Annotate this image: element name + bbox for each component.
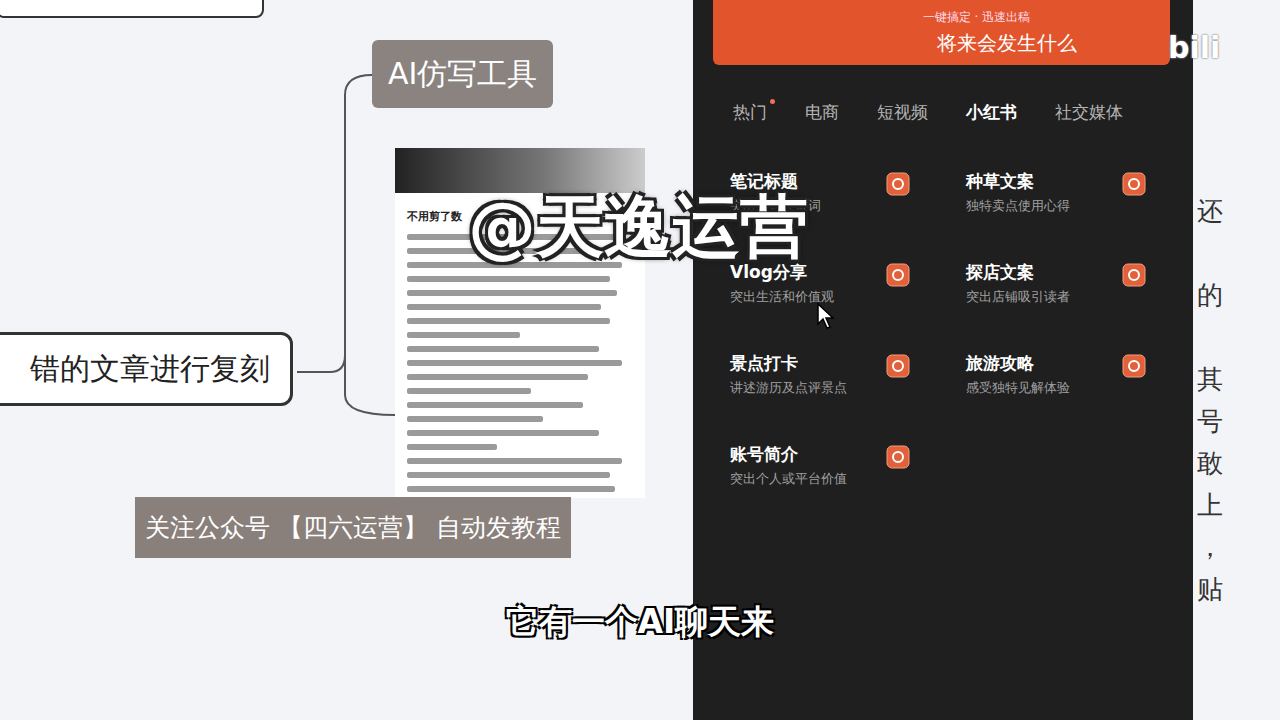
watermark: @天逸运营 [468,182,808,273]
tab[interactable]: 小红书 [966,101,1017,124]
promo-banner: 关注公众号 【四六运营】 自动发教程 [135,497,571,558]
side-line: 还 [1197,190,1280,232]
template-item[interactable]: 种草文案独特卖点使用心得 [966,170,1202,261]
template-item[interactable]: 探店文案突出店铺吸引读者 [966,261,1202,352]
article-line [407,444,497,450]
hot-icon [770,99,775,104]
side-line: 号 [1197,400,1280,442]
side-line: 贴 [1197,568,1280,610]
template-icon [886,263,910,287]
item-subtitle: 突出个人或平台价值 [730,470,882,488]
article-line [407,374,588,380]
article-line [407,458,622,464]
item-subtitle: 讲述游历及点评景点 [730,379,882,397]
template-icon [1122,263,1146,287]
subtitle: 它有一个AI聊天来 [0,600,1280,645]
template-icon [886,172,910,196]
article-line [407,402,583,408]
banner-slogan: 一键搞定 · 迅速出稿 [923,9,1030,26]
article-line [407,304,601,310]
article-line [407,290,617,296]
cursor-icon [816,302,836,330]
article-line [407,388,531,394]
item-title: 账号简介 [730,443,882,466]
tab[interactable]: 电商 [805,101,839,124]
side-line: 敢 [1197,442,1280,484]
banner[interactable]: 一键搞定 · 迅速出稿将来会发生什么 [713,0,1170,65]
template-item[interactable]: 景点打卡讲述游历及点评景点 [730,352,966,443]
item-title: 景点打卡 [730,352,882,375]
tool-node[interactable]: AI仿写工具 [372,40,553,108]
item-title: 探店文案 [966,261,1118,284]
item-subtitle: 独特卖点使用心得 [966,197,1118,215]
article-line [407,472,610,478]
template-icon [1122,354,1146,378]
article-line [407,276,610,282]
template-item[interactable]: 旅游攻略感受独特见解体验 [966,352,1202,443]
tab-bar: 热门 电商 短视频 小红书 社交媒体 [693,65,1193,124]
side-line: 其 [1197,358,1280,400]
template-icon [886,354,910,378]
side-line: 上 [1197,484,1280,526]
tab[interactable]: 社交媒体 [1055,101,1123,124]
template-item[interactable]: Vlog分享突出生活和价值观 [730,261,966,352]
tab[interactable]: 短视频 [877,101,928,124]
article-line [407,430,599,436]
item-title: 种草文案 [966,170,1118,193]
article-line [407,346,599,352]
item-subtitle: 突出生活和价值观 [730,288,882,306]
article-line [407,486,615,492]
template-item[interactable]: 账号简介突出个人或平台价值 [730,443,966,534]
article-line [407,318,610,324]
side-line: 的 [1197,274,1280,316]
item-subtitle: 突出店铺吸引读者 [966,288,1118,306]
article-photo [395,148,645,193]
tab[interactable]: 热门 [733,101,767,124]
template-grid: 笔记标题突出笔记关键词种草文案独特卖点使用心得Vlog分享突出生活和价值观探店文… [693,124,1193,534]
template-icon [1122,172,1146,196]
banner-headline: 将来会发生什么 [877,30,1077,57]
item-subtitle: 感受独特见解体验 [966,379,1118,397]
source-node[interactable]: 错的文章进行复刻 [0,332,293,406]
mindmap-node[interactable] [0,0,264,18]
side-text: 还的其号敢上，贴 [1193,0,1280,720]
article-line [407,332,520,338]
side-line: ， [1197,526,1280,568]
site-logo: bili [1168,30,1220,65]
item-title: 旅游攻略 [966,352,1118,375]
template-icon [886,445,910,469]
article-line [407,360,622,366]
video-frame: AI仿写工具不用剪了数错的文章进行复刻关注公众号 【四六运营】 自动发教程一键搞… [0,0,1280,720]
article-line [407,416,543,422]
